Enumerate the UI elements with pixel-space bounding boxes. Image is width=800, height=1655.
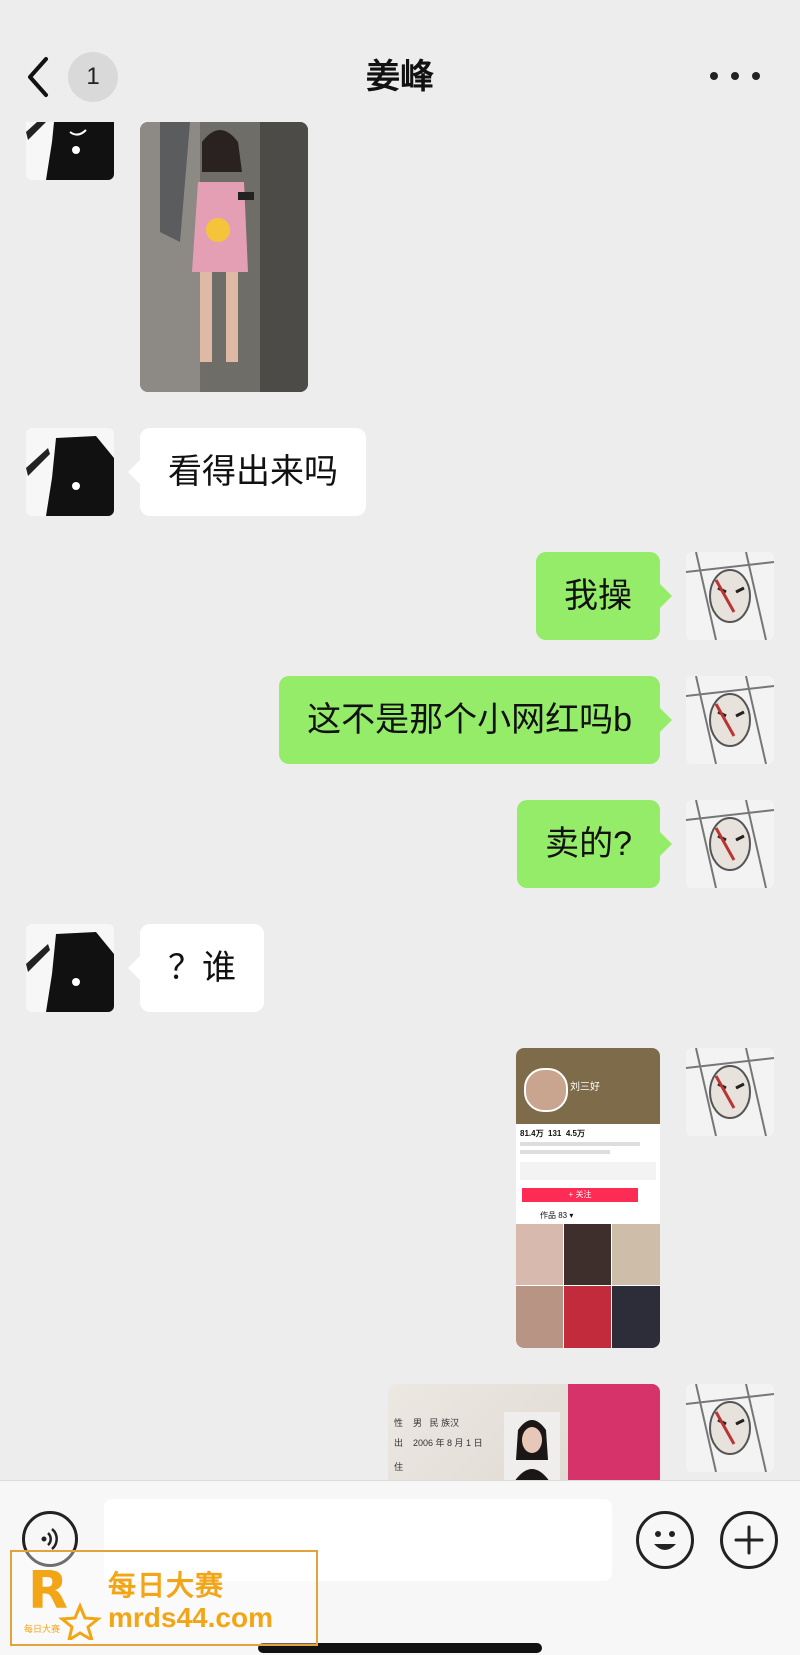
my-avatar[interactable] bbox=[686, 800, 774, 888]
contact-avatar[interactable] bbox=[26, 122, 114, 180]
follow-button: + 关注 bbox=[522, 1188, 638, 1202]
contact-avatar[interactable] bbox=[26, 924, 114, 1012]
watermark-logo: R 每日大赛 bbox=[24, 1561, 102, 1640]
id-label-birth: 出 bbox=[394, 1438, 404, 1448]
contact-avatar[interactable] bbox=[26, 428, 114, 516]
watermark-text-2: mrds44.com bbox=[108, 1602, 273, 1633]
message-image-photo[interactable] bbox=[140, 122, 308, 392]
emoji-icon bbox=[654, 1531, 676, 1550]
message-bubble-incoming[interactable]: ？谁 bbox=[128, 924, 264, 1012]
plus-button[interactable] bbox=[720, 1511, 778, 1569]
my-avatar-image bbox=[686, 552, 774, 640]
message-bubble-outgoing[interactable]: 这不是那个小网红吗b bbox=[279, 676, 672, 764]
id-label-gender: 性 bbox=[394, 1418, 404, 1428]
my-avatar-image bbox=[686, 676, 774, 764]
svg-text:R: R bbox=[28, 1561, 68, 1621]
message-bubble-outgoing[interactable]: 卖的? bbox=[517, 800, 672, 888]
profile-followers: 81.4万 bbox=[520, 1129, 544, 1138]
emoji-button[interactable] bbox=[636, 1511, 694, 1569]
contact-avatar-image bbox=[26, 428, 114, 516]
my-avatar[interactable] bbox=[686, 676, 774, 764]
chat-title: 姜峰 bbox=[366, 58, 434, 96]
svg-text:每日大赛: 每日大赛 bbox=[24, 1623, 60, 1635]
photo-image bbox=[140, 122, 308, 392]
plus-icon bbox=[734, 1525, 764, 1555]
my-avatar[interactable] bbox=[686, 1048, 774, 1136]
contact-avatar-image bbox=[26, 924, 114, 1012]
message-image-id-card[interactable]: 性 男 民 族汉 出 2006 年 8 月 1 日 住 bbox=[388, 1384, 660, 1480]
id-value-birth: 2006 年 8 月 1 日 bbox=[413, 1438, 483, 1448]
id-value-gender: 男 bbox=[413, 1418, 423, 1428]
profile-likes: 4.5万 bbox=[565, 1129, 585, 1138]
profile-following: 131 bbox=[548, 1129, 562, 1138]
my-avatar-image bbox=[686, 1384, 774, 1472]
id-label-address: 住 bbox=[394, 1462, 404, 1472]
id-photo bbox=[504, 1412, 560, 1480]
more-options-button[interactable] bbox=[710, 56, 760, 96]
my-avatar-image bbox=[686, 800, 774, 888]
watermark-text-1: 每日大赛 bbox=[108, 1570, 225, 1601]
message-bubble-outgoing[interactable]: 我操 bbox=[536, 552, 672, 640]
chat-header: 1 姜峰 bbox=[0, 0, 800, 122]
my-avatar[interactable] bbox=[686, 1384, 774, 1472]
id-value-ethnicity: 民 族汉 bbox=[429, 1418, 460, 1428]
works-tab: 作品 83 ▾ bbox=[540, 1211, 574, 1220]
message-bubble-incoming[interactable]: 看得出来吗 bbox=[128, 428, 366, 516]
my-avatar-image bbox=[686, 1048, 774, 1136]
profile-name: 刘三好 bbox=[570, 1082, 600, 1093]
message-list[interactable]: 看得出来吗 我操 这不是那个小网红吗b 卖的? ？谁 刘三好 81.4万 131… bbox=[0, 122, 800, 1480]
contact-avatar-image bbox=[26, 122, 114, 180]
more-dots-icon bbox=[710, 72, 718, 80]
my-avatar[interactable] bbox=[686, 552, 774, 640]
watermark: R 每日大赛 每日大赛 mrds44.com bbox=[10, 1550, 318, 1646]
message-image-profile-screenshot[interactable]: 刘三好 81.4万 131 4.5万 + 关注 作品 83 ▾ bbox=[516, 1048, 660, 1348]
